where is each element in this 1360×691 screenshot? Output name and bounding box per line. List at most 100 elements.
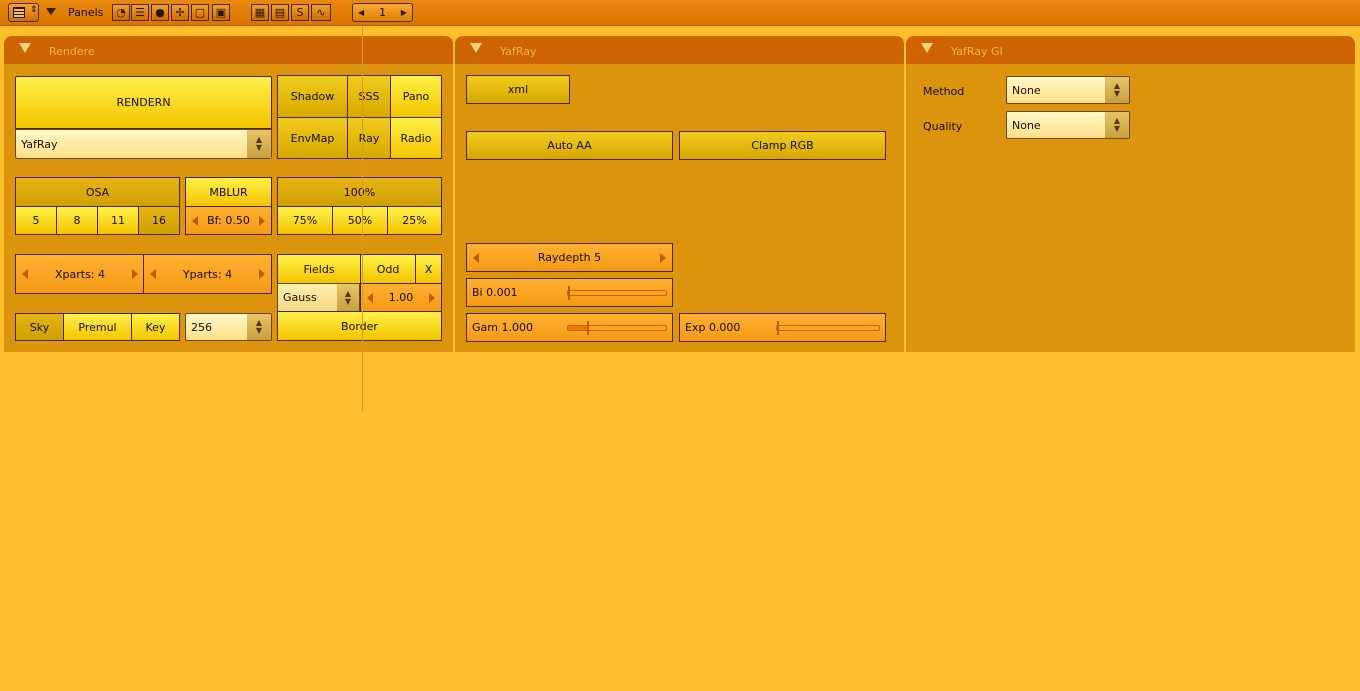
collapse-triangle-icon[interactable] — [19, 43, 31, 53]
yafray-gi-panel: YafRay GI — [906, 36, 1355, 352]
increment-arrow-icon[interactable] — [259, 269, 265, 279]
collapse-triangle-icon[interactable] — [46, 8, 56, 15]
render-panel-header[interactable]: Rendere — [4, 36, 453, 64]
select-arrows-icon: ▲ ▼ — [1105, 77, 1129, 103]
script-icon[interactable]: ☰ — [131, 4, 149, 21]
collapse-triangle-icon[interactable] — [921, 43, 933, 53]
panels-label: Panels — [68, 6, 104, 19]
decrement-arrow-icon[interactable] — [22, 269, 28, 279]
key-toggle[interactable]: Key — [131, 313, 180, 341]
xparts-field[interactable]: Xparts: 4 — [15, 254, 145, 294]
raydepth-field[interactable]: Raydepth 5 — [466, 243, 673, 272]
filter-type-value: Gauss — [283, 291, 317, 304]
clamp-rgb-toggle[interactable]: Clamp RGB — [679, 131, 886, 160]
exposure-track[interactable] — [776, 320, 880, 335]
select-arrows-icon: ▲ ▼ — [247, 130, 271, 158]
shadow-toggle[interactable]: Shadow — [277, 75, 348, 118]
sound-icon[interactable]: S — [291, 4, 309, 21]
increment-arrow-icon[interactable] — [660, 252, 666, 263]
size-75-toggle[interactable]: 75% — [277, 206, 333, 235]
object-icon[interactable]: ✢ — [171, 4, 189, 21]
select-arrows-icon: ▲ ▼ — [337, 284, 359, 311]
color-depth-select[interactable]: 256 ▲ ▼ — [185, 313, 272, 341]
osa-option-5[interactable]: 5 — [15, 206, 57, 235]
x-toggle[interactable]: X — [415, 254, 442, 284]
bf-field[interactable]: Bf: 0.50 — [185, 206, 272, 235]
shading-icon[interactable]: ● — [151, 4, 169, 21]
quality-label: Quality — [923, 120, 963, 133]
pano-toggle[interactable]: Pano — [390, 75, 442, 118]
xml-toggle[interactable]: xml — [466, 75, 570, 104]
render-button[interactable]: RENDERN — [15, 76, 272, 129]
bias-track[interactable] — [567, 285, 667, 300]
world-icon[interactable]: ∿ — [311, 4, 331, 21]
exposure-slider[interactable]: Exp 0.000 — [679, 313, 886, 342]
header-bar: ⇕ Panels ◔ ☰ ● ✢ ▢ ▣ ▦ ▤ S ∿ ◀ 1 ▶ — [0, 0, 1360, 26]
renderer-select[interactable]: YafRay ▲ ▼ — [15, 129, 272, 159]
select-arrows-icon: ▲ ▼ — [1105, 112, 1129, 138]
scene-icon[interactable]: ▣ — [212, 4, 230, 21]
border-toggle[interactable]: Border — [277, 311, 442, 341]
radio-toggle[interactable]: Radio — [390, 117, 442, 159]
method-value: None — [1012, 83, 1041, 97]
exposure-label: Exp 0.000 — [685, 321, 741, 334]
raydepth-value: Raydepth 5 — [537, 251, 602, 264]
osa-toggle[interactable]: OSA — [15, 177, 180, 207]
odd-toggle[interactable]: Odd — [360, 254, 416, 284]
editing-icon[interactable]: ▢ — [191, 4, 209, 21]
bf-value: Bf: 0.50 — [207, 214, 250, 227]
yparts-field[interactable]: Yparts: 4 — [143, 254, 272, 294]
quality-select[interactable]: None ▲ ▼ — [1006, 111, 1130, 139]
filter-size-field[interactable]: 1.00 — [360, 283, 442, 312]
envmap-toggle[interactable]: EnvMap — [277, 117, 348, 159]
color-depth-value: 256 — [191, 320, 212, 334]
increment-arrow-icon[interactable] — [429, 292, 435, 303]
anim-icon[interactable]: ▤ — [271, 4, 289, 21]
osa-option-11[interactable]: 11 — [97, 206, 139, 235]
decrement-arrow-icon[interactable] — [367, 292, 373, 303]
gamma-track[interactable] — [567, 320, 667, 335]
ray-toggle[interactable]: Ray — [347, 117, 391, 159]
sss-toggle[interactable]: SSS — [347, 75, 391, 118]
yafray-gi-panel-title: YafRay GI — [951, 45, 1003, 58]
collapse-triangle-icon[interactable] — [470, 43, 482, 53]
osa-option-16[interactable]: 16 — [138, 206, 180, 235]
frame-stepper[interactable]: ◀ 1 ▶ — [352, 3, 413, 22]
method-select[interactable]: None ▲ ▼ — [1006, 76, 1130, 104]
window-type-menu[interactable]: ⇕ — [8, 3, 39, 22]
premul-toggle[interactable]: Premul — [63, 313, 132, 341]
logic-icon[interactable]: ◔ — [112, 4, 130, 21]
bias-slider[interactable]: Bi 0.001 — [466, 278, 673, 307]
size-50-toggle[interactable]: 50% — [332, 206, 388, 235]
decrement-arrow-icon[interactable] — [150, 269, 156, 279]
yparts-value: Yparts: 4 — [182, 267, 233, 281]
decrement-arrow-icon[interactable] — [473, 252, 479, 263]
increment-arrow-icon[interactable] — [132, 269, 138, 279]
osa-option-8[interactable]: 8 — [56, 206, 98, 235]
auto-aa-toggle[interactable]: Auto AA — [466, 131, 673, 160]
select-arrows-icon: ▲ ▼ — [247, 314, 271, 340]
size-25-toggle[interactable]: 25% — [387, 206, 442, 235]
decrement-arrow-icon[interactable] — [192, 215, 198, 226]
filter-size-value: 1.00 — [388, 291, 414, 304]
frame-next-icon[interactable]: ▶ — [401, 5, 407, 20]
increment-arrow-icon[interactable] — [259, 215, 265, 226]
xparts-value: Xparts: 4 — [54, 267, 106, 281]
gamma-slider[interactable]: Gam 1.000 — [466, 313, 673, 342]
gamma-label: Gam 1.000 — [472, 321, 533, 334]
fields-toggle[interactable]: Fields — [277, 254, 361, 284]
window-type-icon — [13, 7, 25, 18]
size-100-toggle[interactable]: 100% — [277, 177, 442, 207]
render-icon[interactable]: ▦ — [251, 4, 269, 21]
yafray-panel-title: YafRay — [500, 45, 537, 58]
mblur-toggle[interactable]: MBLUR — [185, 177, 272, 207]
renderer-select-value: YafRay — [21, 137, 58, 151]
yafray-panel-header[interactable]: YafRay — [455, 36, 904, 64]
yafray-gi-panel-header[interactable]: YafRay GI — [906, 36, 1355, 64]
render-panel-title: Rendere — [49, 45, 95, 58]
bias-label: Bi 0.001 — [472, 286, 518, 299]
quality-value: None — [1012, 118, 1041, 132]
sky-toggle[interactable]: Sky — [15, 313, 64, 341]
method-label: Method — [923, 85, 965, 98]
filter-type-select[interactable]: Gauss ▲ ▼ — [277, 283, 360, 312]
